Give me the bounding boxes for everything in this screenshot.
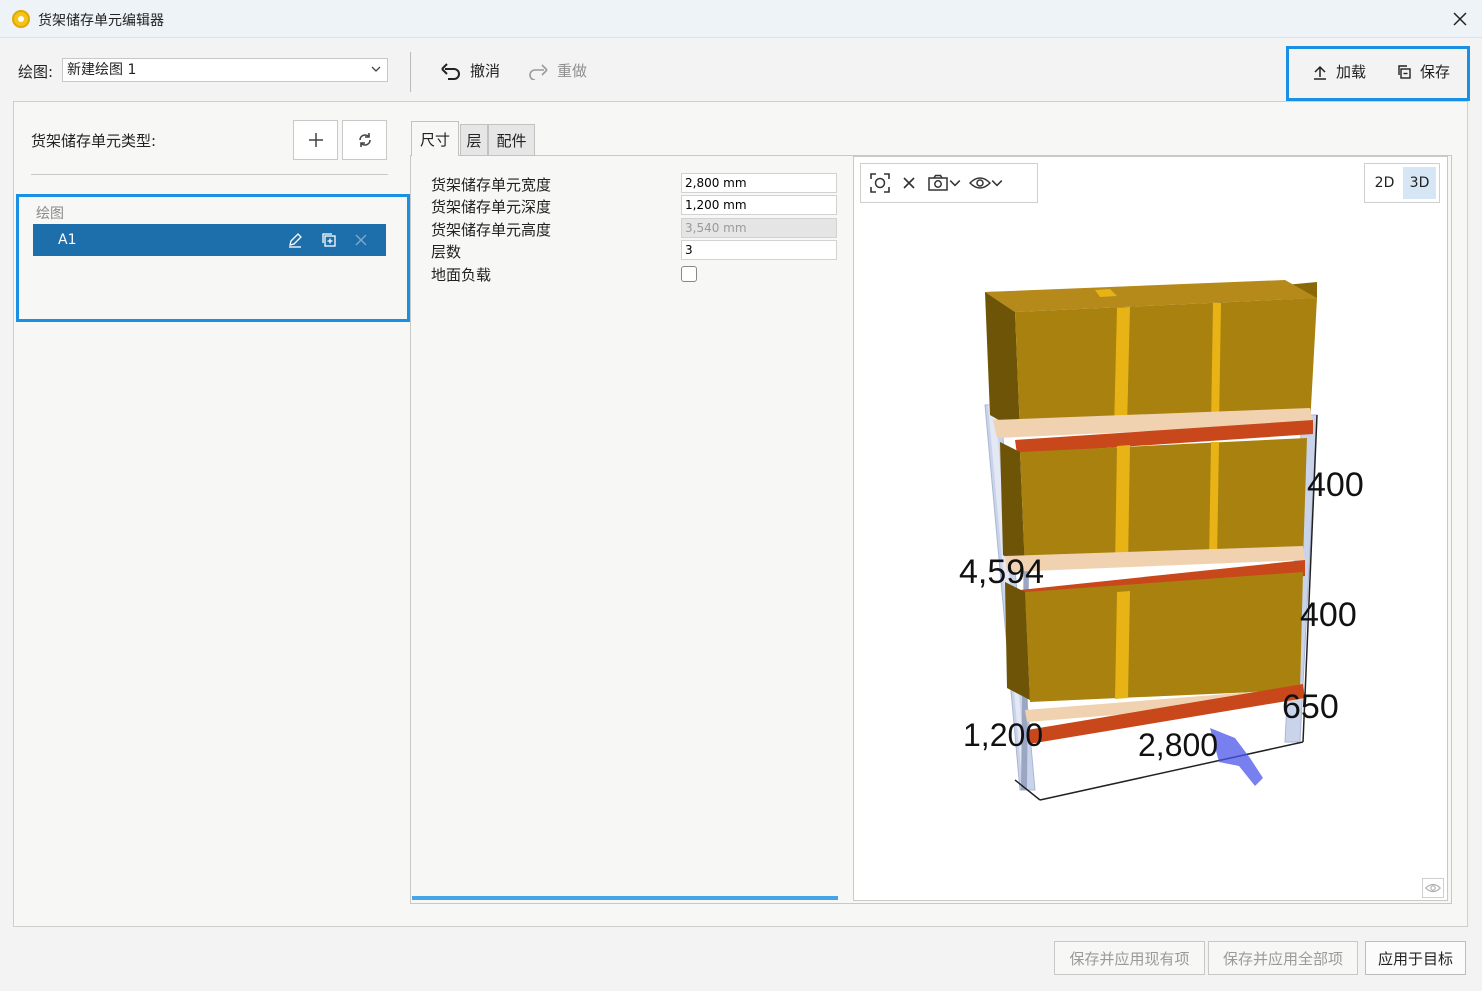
left-separator <box>31 174 388 175</box>
depth-field[interactable] <box>681 195 837 215</box>
eye-icon <box>969 177 991 189</box>
dim-label-height: 4,594 <box>959 553 1044 591</box>
delete-icon[interactable] <box>353 232 369 248</box>
screenshot-button[interactable] <box>927 174 961 192</box>
tab-size[interactable]: 尺寸 <box>411 121 459 156</box>
refresh-type-button[interactable] <box>342 120 387 160</box>
dim-label-top: 400 <box>1307 466 1364 504</box>
height-label: 货架储存单元高度 <box>431 221 552 239</box>
app-icon <box>12 10 30 28</box>
view-mode-toggle: 2D 3D <box>1364 163 1440 203</box>
close-icon <box>903 177 915 189</box>
rack-types-label: 货架储存单元类型: <box>31 132 157 150</box>
close-button[interactable] <box>1449 8 1471 30</box>
close-icon <box>1453 12 1467 26</box>
dim-label-width: 2,800 <box>1138 727 1218 763</box>
chevron-down-icon <box>371 66 381 72</box>
tree-item-label: A1 <box>58 232 77 248</box>
chevron-down-icon <box>949 180 961 187</box>
zoom-extents-icon <box>870 173 890 193</box>
rack-3d-model: 400 400 650 4,594 1,200 2,800 <box>959 280 1364 801</box>
box-bottom-tape <box>1115 591 1130 699</box>
save-apply-current-button[interactable]: 保存并应用现有项 <box>1054 941 1205 975</box>
camera-icon <box>928 174 948 191</box>
viewport-toolbar <box>860 163 1038 203</box>
window-title: 货架储存单元编辑器 <box>38 13 164 29</box>
edit-icon[interactable] <box>287 232 303 248</box>
add-type-button[interactable] <box>293 120 338 160</box>
ground-load-label: 地面负载 <box>431 266 492 284</box>
chevron-down-icon <box>991 180 1003 187</box>
height-field <box>681 218 837 238</box>
tab-layers[interactable]: 层 <box>460 124 488 156</box>
plus-icon <box>308 133 323 147</box>
visibility-button[interactable] <box>969 175 1003 191</box>
duplicate-icon[interactable] <box>321 232 337 248</box>
box-bottom-front <box>1025 572 1303 702</box>
depth-label: 货架储存单元深度 <box>431 198 552 216</box>
undo-label: 撤消 <box>470 62 501 80</box>
save-button[interactable]: 保存 <box>1396 61 1450 82</box>
undo-button[interactable]: 撤消 <box>440 60 500 81</box>
view-3d-button[interactable]: 3D <box>1403 167 1436 199</box>
refresh-icon <box>358 133 371 147</box>
eye-icon <box>1425 883 1441 893</box>
drawing-label: 绘图: <box>18 63 54 81</box>
levels-field[interactable] <box>681 240 837 260</box>
width-field[interactable] <box>681 173 837 193</box>
corner-visibility-button[interactable] <box>1422 878 1444 898</box>
upload-icon <box>1314 65 1326 80</box>
drawing-select-value: 新建绘图 1 <box>67 62 137 78</box>
redo-button[interactable]: 重做 <box>527 60 587 81</box>
save-apply-all-button[interactable]: 保存并应用全部项 <box>1208 941 1358 975</box>
progress-indicator <box>412 896 838 900</box>
toolbar-divider <box>410 52 411 92</box>
load-label: 加载 <box>1336 63 1367 81</box>
undo-icon <box>441 62 460 80</box>
title-bar <box>0 0 1482 38</box>
drawing-select[interactable]: 新建绘图 1 <box>62 58 388 82</box>
ground-load-checkbox[interactable] <box>681 266 697 282</box>
dim-label-mid: 400 <box>1300 596 1357 634</box>
rack-type-tree <box>16 194 410 322</box>
redo-label: 重做 <box>557 62 588 80</box>
apply-to-target-button[interactable]: 应用于目标 <box>1365 941 1466 975</box>
box-top-side <box>985 292 1020 432</box>
save-copy-icon <box>1398 64 1411 79</box>
zoom-extents-button[interactable] <box>869 172 891 194</box>
redo-icon <box>529 63 548 80</box>
clear-view-button[interactable] <box>899 173 919 193</box>
levels-label: 层数 <box>431 243 462 261</box>
tree-group-label: 绘图 <box>36 206 64 222</box>
dim-label-depth: 1,200 <box>963 717 1043 753</box>
width-label: 货架储存单元宽度 <box>431 176 552 194</box>
tree-item-a1[interactable]: A1 <box>33 224 386 256</box>
dim-label-bottom: 650 <box>1282 688 1339 726</box>
box-mid-tape <box>1115 445 1130 567</box>
load-button[interactable]: 加载 <box>1312 61 1366 82</box>
save-label: 保存 <box>1420 63 1451 81</box>
view-2d-button[interactable]: 2D <box>1368 167 1401 199</box>
tab-accessories[interactable]: 配件 <box>488 124 535 156</box>
